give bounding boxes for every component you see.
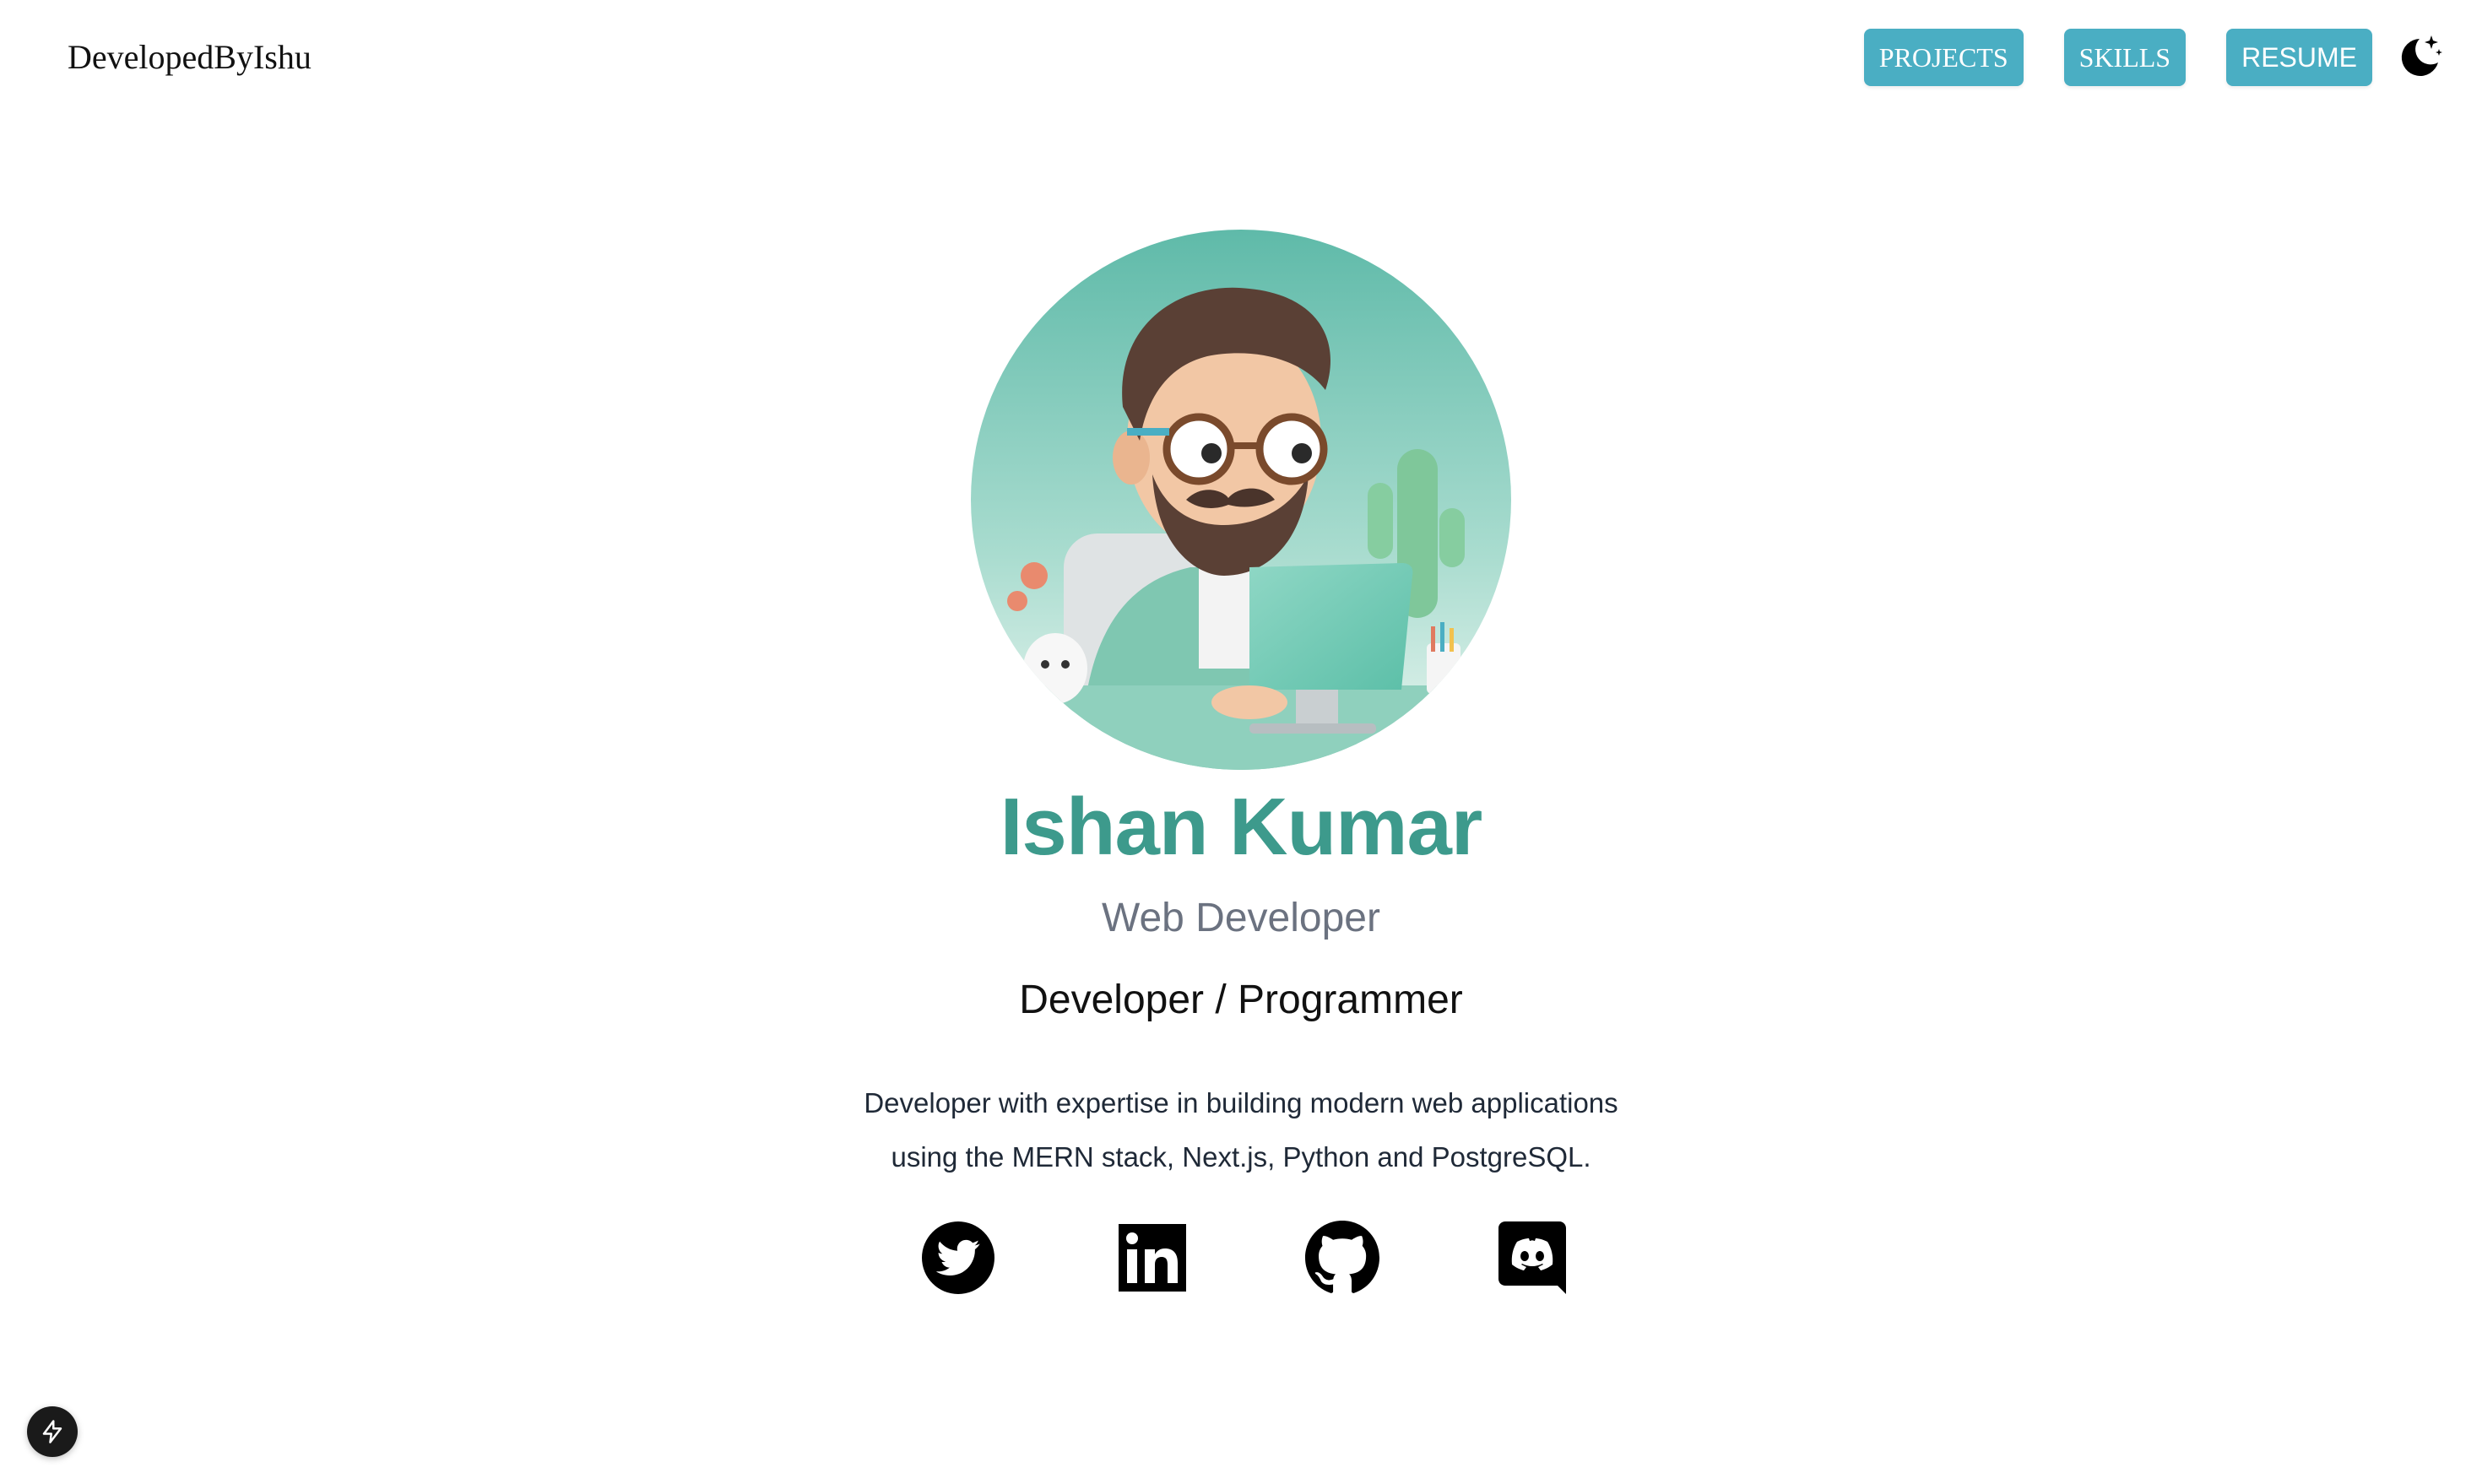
profile-name: Ishan Kumar (1000, 782, 1482, 872)
projects-button[interactable]: PROJECTS (1863, 29, 2024, 86)
description-line: using the MERN stack, Next.js, Python an… (891, 1141, 1591, 1173)
twitter-icon (922, 1221, 994, 1294)
top-nav: PROJECTS SKILLS RESUME (1824, 29, 2372, 86)
theme-toggle-button[interactable] (2394, 32, 2445, 83)
site-logo[interactable]: DevelopedByIshu (68, 34, 312, 81)
developer-avatar-illustration (971, 230, 1511, 770)
discord-link[interactable] (1494, 1220, 1570, 1296)
linkedin-link[interactable] (1114, 1220, 1190, 1296)
profile-avatar (971, 230, 1511, 770)
skills-button[interactable]: SKILLS (2063, 29, 2187, 86)
dev-tools-button[interactable] (27, 1406, 78, 1457)
discord-icon (1498, 1221, 1566, 1294)
github-link[interactable] (1304, 1220, 1380, 1296)
twitter-link[interactable] (920, 1220, 996, 1296)
resume-button[interactable]: RESUME (2226, 29, 2372, 86)
moon-stars-icon (2401, 35, 2442, 76)
github-icon (1305, 1221, 1379, 1293)
linkedin-icon (1119, 1224, 1186, 1292)
profile-role: Web Developer (1102, 896, 1380, 940)
social-links (920, 1220, 1566, 1296)
lightning-bolt-icon (42, 1420, 62, 1443)
profile-tagline: Developer / Programmer (1019, 978, 1463, 1022)
description-line: Developer with expertise in building mod… (864, 1087, 1618, 1118)
profile-description: Developer with expertise in building mod… (0, 1076, 2482, 1184)
